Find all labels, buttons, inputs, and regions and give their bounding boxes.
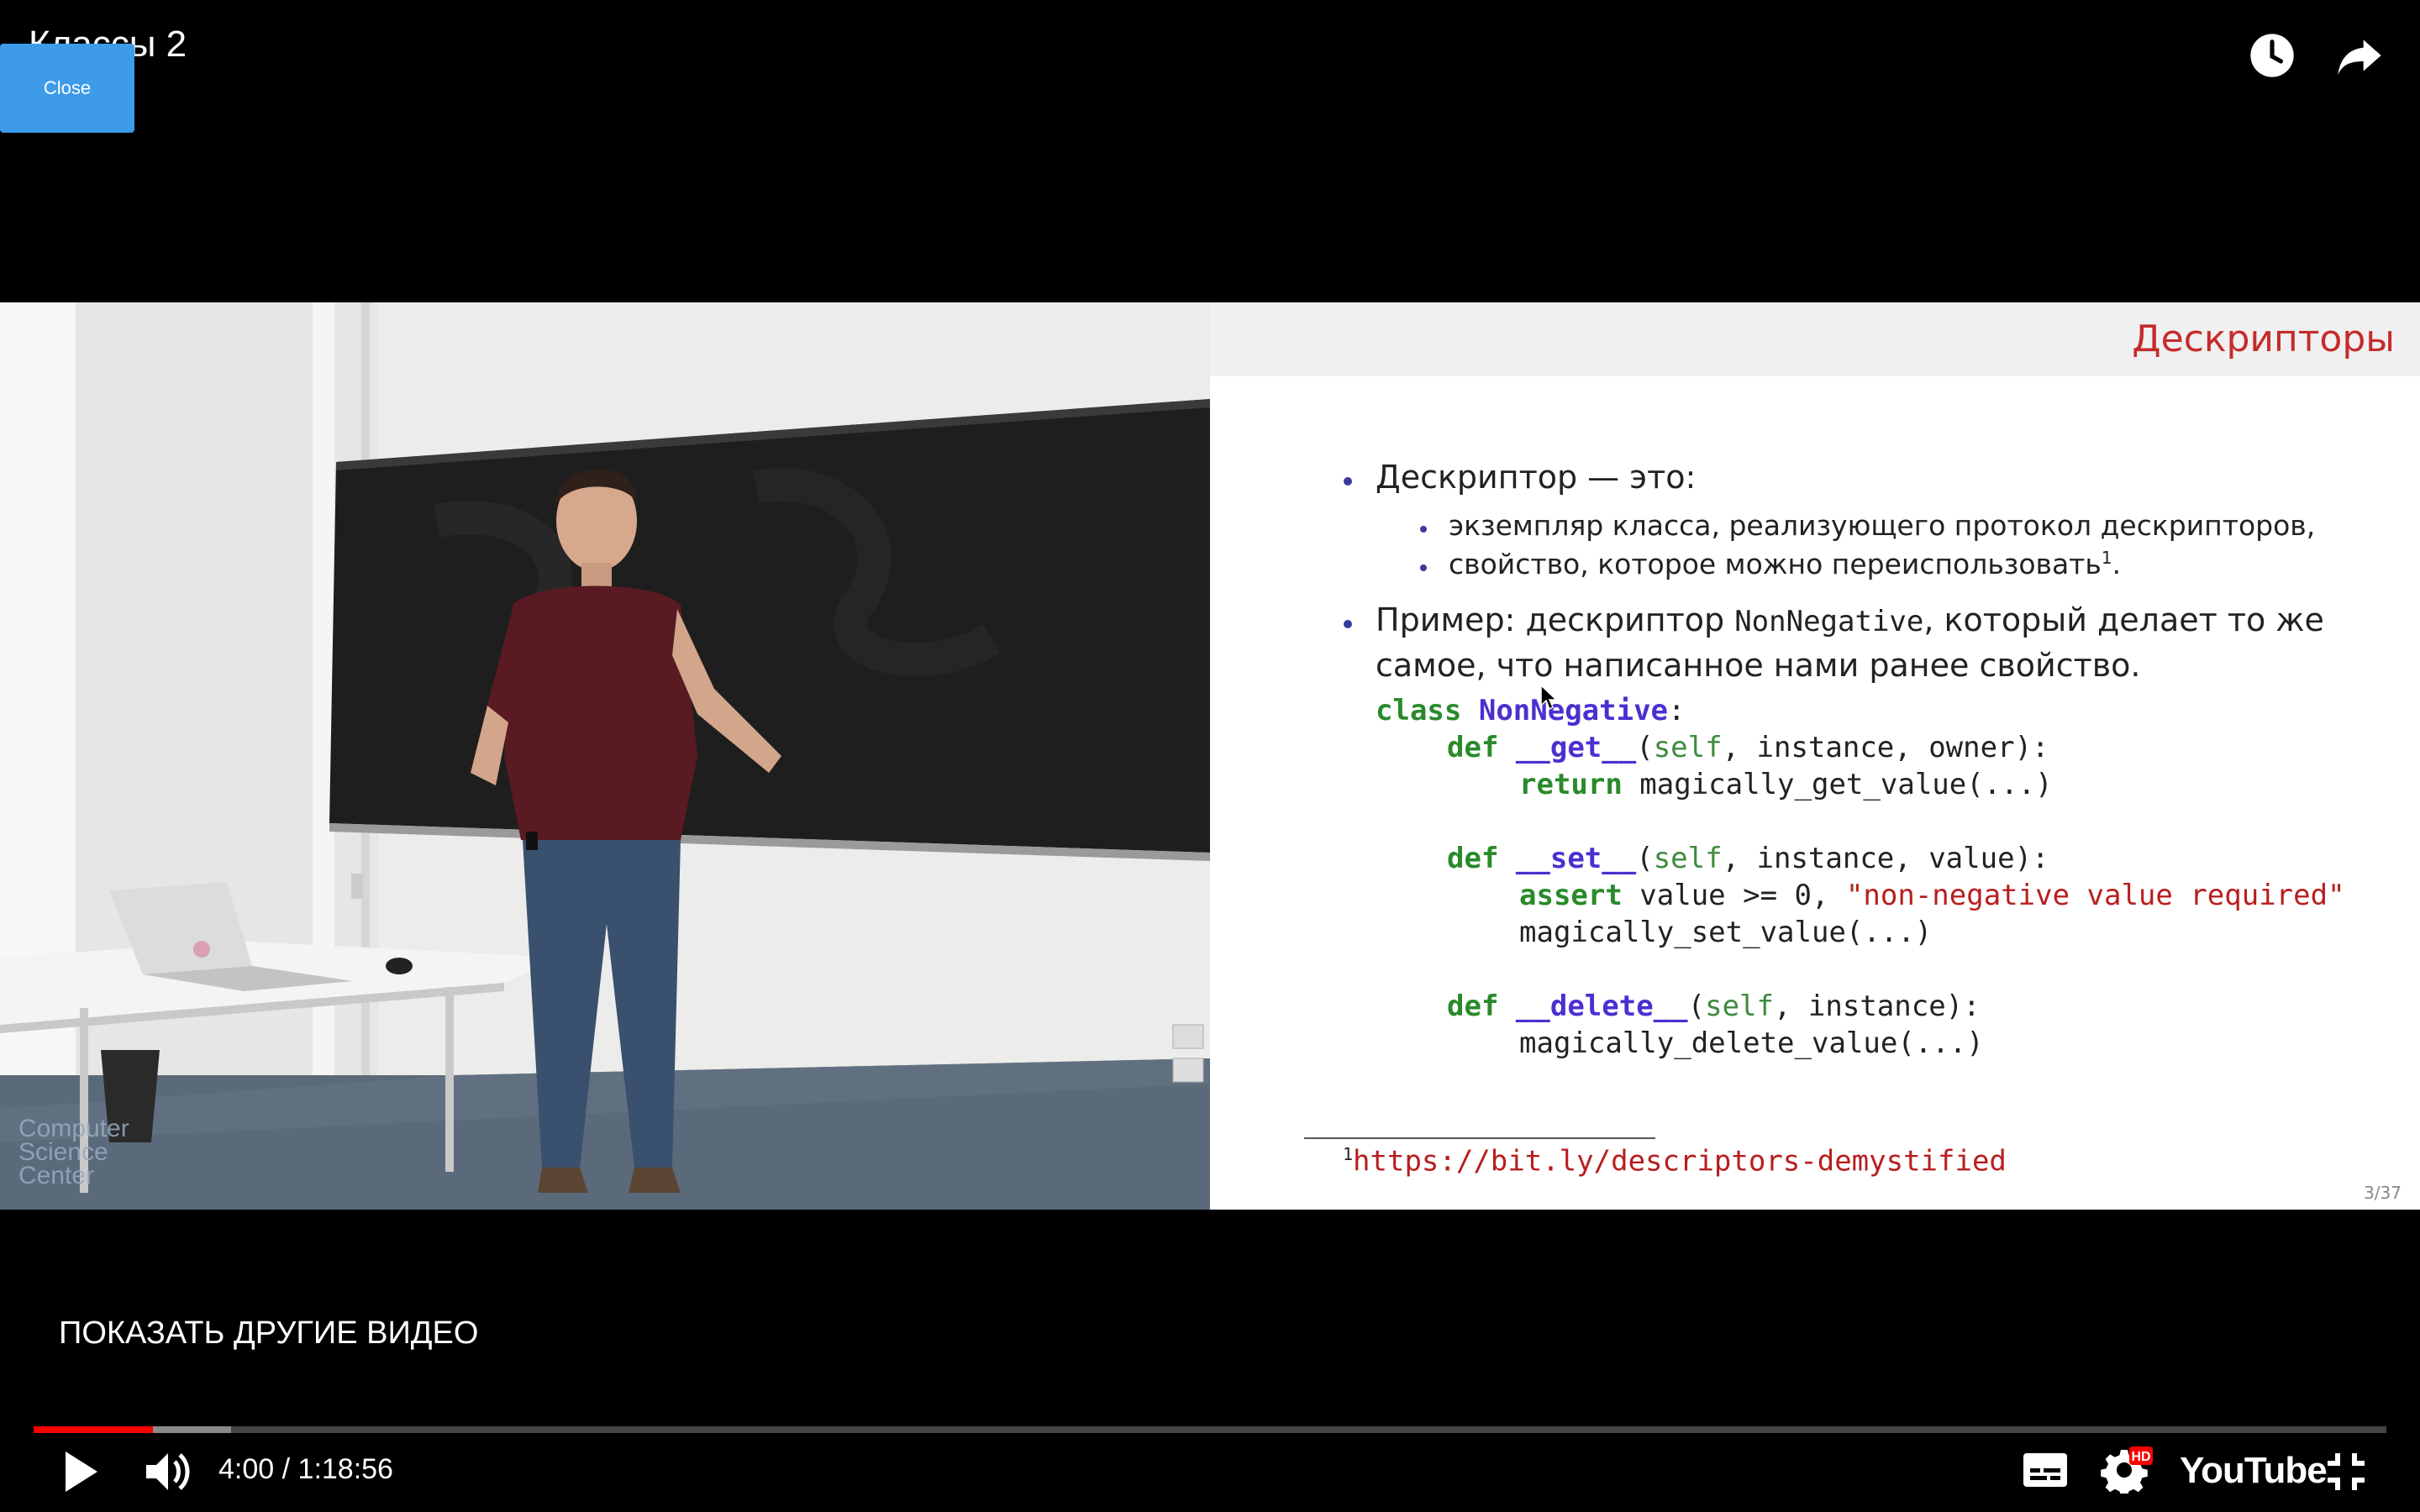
channel-watermark: Computer Science Center (18, 1115, 129, 1189)
code-line-7: def __delete__(self, instance): (1447, 990, 1981, 1023)
bullet-marker (1344, 620, 1352, 628)
slide-bullet-2: Пример: дескриптор NonNegative, который … (1376, 601, 2324, 638)
subtitles-icon (2023, 1453, 2067, 1487)
presentation-slide: Дескрипторы Дескриптор — это: экземпляр … (1210, 302, 2420, 1210)
lecture-scene (0, 302, 1210, 1210)
code-line-8: magically_delete_value(...) (1519, 1026, 1984, 1060)
clock-icon (2250, 34, 2294, 77)
sub-bullet-marker (1420, 564, 1427, 571)
footnote-divider (1304, 1137, 1655, 1139)
progress-played (34, 1426, 153, 1433)
show-more-videos-button[interactable]: ПОКАЗАТЬ ДРУГИЕ ВИДЕО (59, 1315, 478, 1352)
mouse-cursor-icon (1540, 685, 1558, 711)
volume-icon (146, 1453, 190, 1490)
share-icon (2338, 39, 2381, 76)
code-line-5: assert value >= 0, "non-negative value r… (1519, 879, 2345, 912)
code-line-6: magically_set_value(...) (1519, 916, 1933, 949)
play-icon (66, 1452, 97, 1492)
slide-page-number: 3/37 (2364, 1183, 2402, 1203)
play-button[interactable] (60, 1448, 101, 1495)
close-button[interactable]: Close (0, 44, 134, 133)
settings-icon: HD (2101, 1446, 2153, 1494)
time-display: 4:00 / 1:18:56 (218, 1453, 393, 1485)
slide-sub-bullet-2: свойство, которое можно переиспользовать… (1449, 548, 2122, 580)
code-line-1: class NonNegative: (1376, 694, 1686, 727)
slide-bullet-1: Дескриптор — это: (1376, 459, 1697, 496)
exit-fullscreen-icon (2328, 1453, 2365, 1490)
player-controls: 4:00 / 1:18:56 HD YouTube (0, 1445, 2420, 1499)
top-actions (2249, 32, 2383, 79)
slide-sub-bullet-1: экземпляр класса, реализующего протокол … (1449, 509, 2316, 542)
sub-bullet-marker (1420, 526, 1427, 533)
slide-footnote: 1https://bit.ly/descriptors-demystified (1343, 1144, 2007, 1179)
lecture-camera-view: Computer Science Center (0, 302, 1210, 1210)
slide-title: Дескрипторы (2132, 318, 2395, 360)
share-button[interactable] (2336, 32, 2383, 79)
code-line-4: def __set__(self, instance, value): (1447, 842, 2049, 875)
watch-later-button[interactable] (2249, 32, 2296, 79)
youtube-logo[interactable]: YouTube (2180, 1450, 2328, 1492)
subtitles-button[interactable] (2022, 1452, 2069, 1488)
progress-bar[interactable] (34, 1426, 2386, 1433)
slide-bullet-2-line-2: самое, что написанное нами ранее свойств… (1376, 647, 2141, 684)
settings-button[interactable]: HD (2101, 1446, 2153, 1494)
exit-fullscreen-button[interactable] (2324, 1450, 2368, 1494)
volume-button[interactable] (143, 1448, 193, 1495)
code-line-3: return magically_get_value(...) (1519, 768, 2053, 801)
bullet-marker (1344, 477, 1352, 486)
video-frame[interactable]: Computer Science Center Дескрипторы Деск… (0, 302, 2420, 1210)
code-line-2: def __get__(self, instance, owner): (1447, 731, 2049, 764)
hd-badge: HD (2131, 1450, 2150, 1464)
